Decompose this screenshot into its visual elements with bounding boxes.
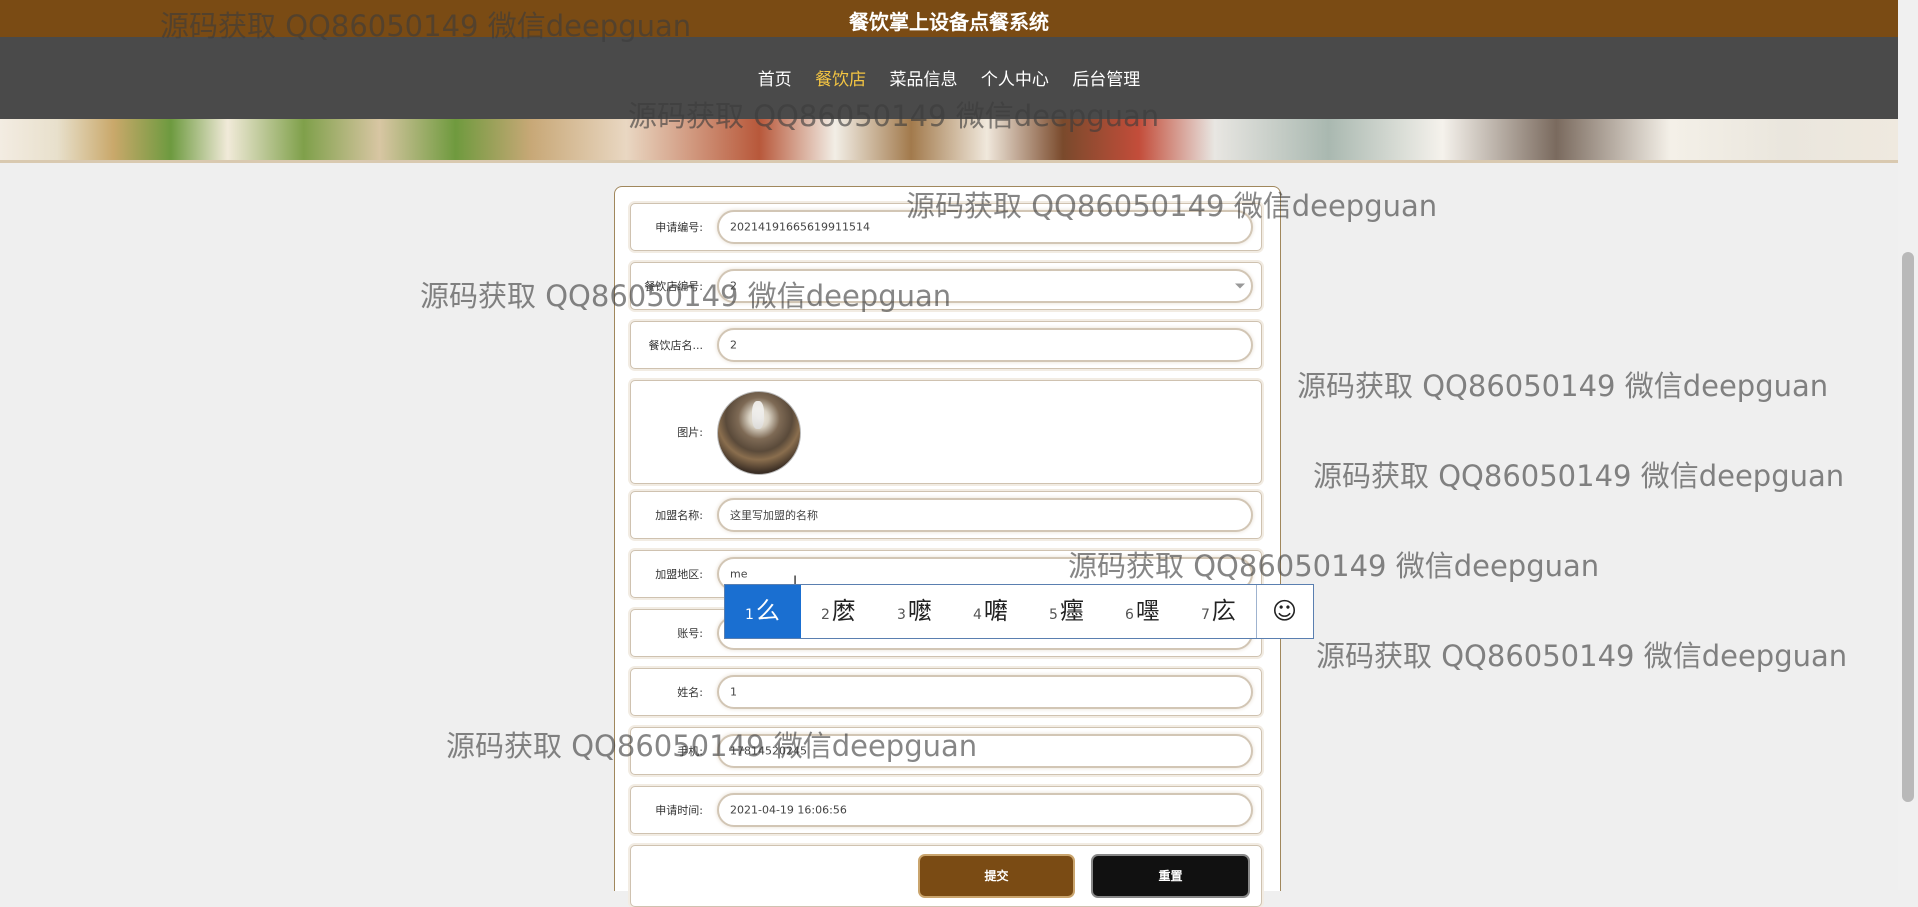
watermark: 源码获取 QQ86050149 微信deepguan — [628, 99, 1160, 133]
apply-time-input[interactable]: 2021-04-19 16:06:56 — [717, 793, 1253, 827]
chandelier-decoration — [752, 401, 764, 429]
watermark: 源码获取 QQ86050149 微信deepguan — [420, 279, 952, 313]
field-value: 1 — [730, 685, 737, 699]
form-row-franchise-name: 加盟名称: 这里写加盟的名称 — [630, 491, 1262, 539]
form-row-image: 图片: — [630, 380, 1262, 484]
banner-divider — [0, 160, 1898, 163]
candidate-number: 5 — [1049, 607, 1058, 623]
emoji-icon[interactable]: ☺ — [1256, 585, 1313, 638]
field-value: 20214191665619911514 — [730, 220, 870, 234]
ime-candidate-6[interactable]: 6嚜 — [1105, 585, 1181, 638]
ime-candidate-5[interactable]: 5癦 — [1029, 585, 1105, 638]
candidate-number: 3 — [897, 607, 906, 623]
watermark: 源码获取 QQ86050149 微信deepguan — [446, 729, 978, 763]
form-row-name: 姓名: 1 — [630, 668, 1262, 716]
candidate-number: 1 — [745, 607, 754, 623]
franchise-name-input[interactable]: 这里写加盟的名称 — [717, 498, 1253, 532]
ime-candidate-bar: 1么 2麽 3嚒 4嚰 5癦 6嚜 7庅 ☺ — [724, 584, 1314, 639]
watermark: 源码获取 QQ86050149 微信deepguan — [1316, 639, 1848, 673]
field-label: 加盟地区: — [655, 568, 703, 581]
form-row-restaurant-name: 餐饮店名... 2 — [630, 321, 1262, 369]
candidate-number: 7 — [1201, 607, 1210, 623]
reset-button[interactable]: 重置 — [1091, 854, 1250, 898]
ime-candidate-4[interactable]: 4嚰 — [953, 585, 1029, 638]
ime-candidate-3[interactable]: 3嚒 — [877, 585, 953, 638]
watermark: 源码获取 QQ86050149 微信deepguan — [1313, 459, 1845, 493]
main-nav: 首页 餐饮店 菜品信息 个人中心 后台管理 — [0, 65, 1898, 90]
watermark: 源码获取 QQ86050149 微信deepguan — [160, 9, 692, 43]
scrollbar-thumb[interactable] — [1902, 252, 1914, 802]
restaurant-name-input[interactable]: 2 — [717, 328, 1253, 362]
nav-item-restaurant[interactable]: 餐饮店 — [815, 65, 866, 90]
watermark: 源码获取 QQ86050149 微信deepguan — [906, 189, 1438, 223]
candidate-number: 6 — [1125, 607, 1134, 623]
chevron-down-icon — [1235, 283, 1245, 289]
candidate-char: 嚰 — [983, 597, 1008, 625]
field-label: 申请编号: — [655, 221, 703, 234]
nav-item-admin[interactable]: 后台管理 — [1072, 65, 1140, 90]
field-label: 餐饮店名... — [648, 339, 704, 352]
candidate-number: 2 — [821, 607, 830, 623]
name-input[interactable]: 1 — [717, 675, 1253, 709]
field-label: 账号: — [677, 627, 703, 640]
field-value: 2 — [730, 338, 737, 352]
field-value: me — [730, 567, 748, 581]
candidate-number: 4 — [973, 607, 982, 623]
ime-candidate-2[interactable]: 2麽 — [801, 585, 877, 638]
field-label: 申请时间: — [655, 804, 703, 817]
field-value: 2021-04-19 16:06:56 — [730, 803, 847, 817]
candidate-char: 癦 — [1059, 597, 1084, 625]
candidate-char: 么 — [755, 597, 780, 625]
field-label: 姓名: — [677, 686, 703, 699]
field-value: 这里写加盟的名称 — [730, 509, 818, 522]
candidate-char: 嚒 — [907, 597, 932, 625]
field-label: 图片: — [677, 426, 703, 439]
nav-item-home[interactable]: 首页 — [758, 65, 792, 90]
field-label: 加盟名称: — [655, 509, 703, 522]
form-row-apply-time: 申请时间: 2021-04-19 16:06:56 — [630, 786, 1262, 834]
nav-item-dishes[interactable]: 菜品信息 — [890, 65, 958, 90]
watermark: 源码获取 QQ86050149 微信deepguan — [1297, 369, 1829, 403]
ime-candidate-7[interactable]: 7庅 — [1181, 585, 1257, 638]
candidate-char: 庅 — [1211, 597, 1236, 625]
submit-button[interactable]: 提交 — [918, 854, 1075, 898]
watermark: 源码获取 QQ86050149 微信deepguan — [1068, 549, 1600, 583]
candidate-char: 嚜 — [1135, 597, 1160, 625]
candidate-char: 麽 — [831, 597, 856, 625]
nav-item-profile[interactable]: 个人中心 — [981, 65, 1049, 90]
ime-candidate-1[interactable]: 1么 — [725, 585, 801, 638]
